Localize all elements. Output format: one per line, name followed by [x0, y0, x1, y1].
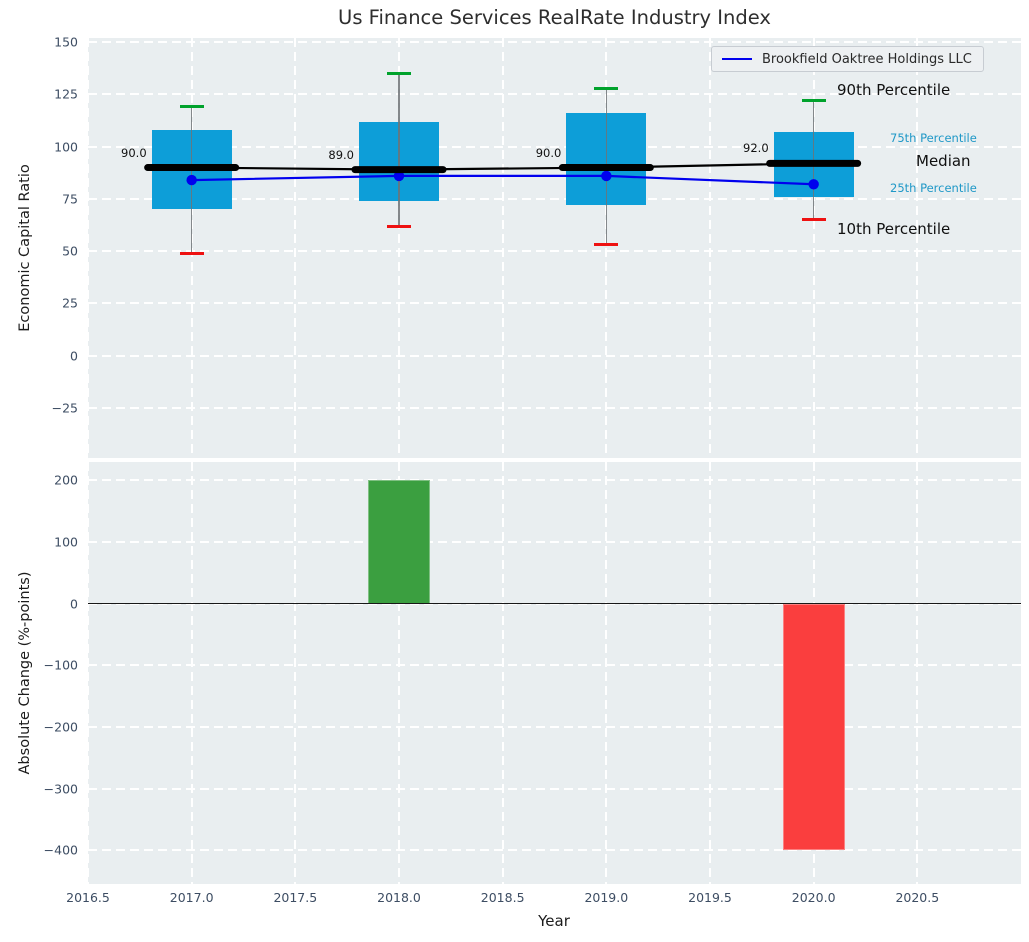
gridline-horizontal: [88, 726, 1021, 728]
gridline-horizontal: [88, 41, 1021, 43]
x-tick-label: 2016.5: [66, 890, 110, 905]
legend-line-sample-icon: [722, 58, 752, 60]
figure: Us Finance Services RealRate Industry In…: [0, 0, 1029, 942]
legend-label: Brookfield Oaktree Holdings LLC: [762, 52, 972, 67]
gridline-vertical: [294, 38, 296, 458]
gridline-horizontal: [88, 541, 1021, 543]
top-y-tick-label: 125: [0, 87, 78, 102]
annotation-median: Median: [916, 152, 971, 170]
whisker-2019: [606, 88, 608, 245]
gridline-horizontal: [88, 355, 1021, 357]
gridline-horizontal: [88, 664, 1021, 666]
cap-10th-2019: [594, 243, 618, 246]
top-y-tick-label: 0: [0, 348, 78, 363]
x-axis-label: Year: [538, 912, 570, 930]
x-tick-label: 2017.0: [170, 890, 214, 905]
top-plot-area: 90.0 89.0 90.0 92.0: [88, 38, 1021, 458]
cap-90th-2018: [387, 72, 411, 75]
annotation-10th-percentile: 10th Percentile: [837, 220, 950, 238]
gridline-vertical: [191, 462, 193, 884]
gridline-vertical: [88, 38, 89, 458]
top-y-tick-label: 100: [0, 139, 78, 154]
gridline-vertical: [916, 38, 918, 458]
x-tick-label: 2019.0: [584, 890, 628, 905]
gridline-vertical: [502, 38, 504, 458]
top-y-tick-label: 50: [0, 244, 78, 259]
legend: Brookfield Oaktree Holdings LLC: [711, 46, 984, 72]
bottom-y-tick-label: −300: [0, 781, 78, 796]
gridline-horizontal: [88, 849, 1021, 851]
x-tick-label: 2020.0: [792, 890, 836, 905]
gridline-vertical: [916, 462, 918, 884]
cap-10th-2017: [180, 252, 204, 255]
whisker-2020: [813, 101, 815, 220]
cap-90th-2020: [802, 99, 826, 102]
x-tick-label: 2017.5: [273, 890, 317, 905]
gridline-horizontal: [88, 479, 1021, 481]
gridline-horizontal: [88, 302, 1021, 304]
median-value-label-2018: 89.0: [328, 148, 354, 162]
gridline-vertical: [502, 462, 504, 884]
whisker-2017: [191, 107, 193, 253]
bottom-plot-area: [88, 462, 1021, 884]
cap-10th-2020: [802, 218, 826, 221]
cap-10th-2018: [387, 225, 411, 228]
bottom-y-tick-label: 100: [0, 535, 78, 550]
top-y-tick-label: −25: [0, 400, 78, 415]
chart-title: Us Finance Services RealRate Industry In…: [88, 6, 1021, 29]
top-y-tick-label: 75: [0, 191, 78, 206]
x-tick-label: 2018.0: [377, 890, 421, 905]
gridline-vertical: [709, 38, 711, 458]
bottom-y-tick-label: 0: [0, 596, 78, 611]
median-value-label-2019: 90.0: [536, 146, 562, 160]
gridline-vertical: [294, 462, 296, 884]
x-tick-label: 2020.5: [895, 890, 939, 905]
median-value-label-2020: 92.0: [743, 141, 769, 155]
gridline-vertical: [88, 462, 89, 884]
zero-axis-line: [88, 603, 1021, 605]
annotation-75th-percentile: 75th Percentile: [890, 131, 977, 145]
x-tick-label: 2019.5: [688, 890, 732, 905]
gridline-vertical: [605, 462, 607, 884]
cap-90th-2017: [180, 105, 204, 108]
bottom-y-tick-label: −200: [0, 719, 78, 734]
annotation-25th-percentile: 25th Percentile: [890, 181, 977, 195]
bottom-y-tick-label: −100: [0, 658, 78, 673]
gridline-horizontal: [88, 250, 1021, 252]
whisker-2018: [398, 74, 400, 227]
top-y-tick-label: 150: [0, 35, 78, 50]
bottom-y-tick-label: 200: [0, 473, 78, 488]
x-tick-label: 2018.5: [481, 890, 525, 905]
change-bar-2020: [783, 604, 845, 850]
annotation-90th-percentile: 90th Percentile: [837, 81, 950, 99]
change-bar-2018: [368, 480, 430, 603]
top-y-tick-label: 25: [0, 296, 78, 311]
cap-90th-2019: [594, 87, 618, 90]
gridline-horizontal: [88, 407, 1021, 409]
bottom-y-tick-label: −400: [0, 843, 78, 858]
gridline-vertical: [709, 462, 711, 884]
median-value-label-2017: 90.0: [121, 146, 147, 160]
gridline-horizontal: [88, 788, 1021, 790]
